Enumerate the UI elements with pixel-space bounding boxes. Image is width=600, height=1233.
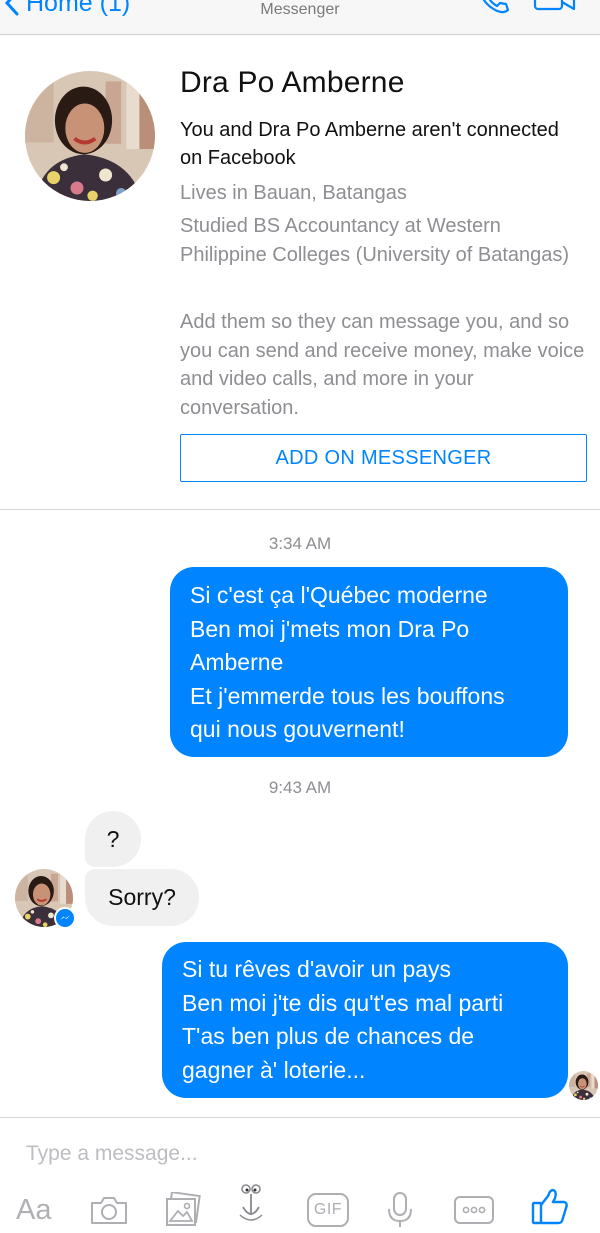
sender-avatar[interactable] [15,869,76,929]
camera-button[interactable] [89,1190,129,1230]
message-line: gagner à' loterie... [182,1056,366,1083]
profile-avatar[interactable] [25,71,155,201]
message-line: Ben moi j'mets mon Dra Po [190,615,470,642]
message-line: Et j'emmerde tous les bouffons [190,682,505,709]
camera-icon [91,1197,127,1224]
gallery-button[interactable] [164,1190,202,1230]
phone-call-button[interactable] [478,0,512,21]
message-line: qui nous gouvernent! [190,716,405,742]
lives-in-text: Lives in Bauan, Batangas [180,182,407,204]
like-button[interactable] [530,1186,570,1226]
message-line: T'as ben plus de chances de [182,1023,475,1049]
message-timestamp: 3:34 AM [268,534,332,553]
add-prompt-text: Add them so they can message you, and so… [180,311,585,419]
outgoing-message-bubble[interactable]: Si tu rêves d'avoir un pays Ben moi j'te… [162,942,568,1098]
message-line: Si c'est ça l'Québec moderne [190,582,488,608]
outgoing-message-bubble[interactable]: Si c'est ça l'Québec moderne Ben moi j'm… [170,567,568,757]
video-call-button[interactable] [533,0,577,19]
connection-note: You and Dra Po Amberne aren't connected … [180,119,559,169]
sticker-button[interactable] [234,1184,268,1224]
seen-receipt-avatar [569,1071,598,1100]
video-camera-icon [533,0,576,11]
voice-message-button[interactable] [386,1190,414,1230]
gif-icon: GIF [307,1193,349,1227]
message-line: Ben moi j'te dis qu't'es mal parti [182,989,504,1016]
like-icon [531,1188,568,1225]
message-timestamp: 9:43 AM [268,778,332,797]
phone-icon [482,0,510,14]
add-on-messenger-button[interactable]: ADD ON MESSENGER [180,434,587,482]
more-options-button[interactable] [453,1190,495,1230]
messenger-badge-icon [54,907,76,929]
profile-name: Dra Po Amberne [180,66,405,99]
sticker-icon [239,1184,263,1221]
gallery-icon [166,1192,201,1226]
message-input[interactable] [26,1142,566,1166]
microphone-icon [388,1192,412,1227]
message-text: ? [106,825,120,852]
gif-label: GIF [313,1201,343,1218]
incoming-message-bubble[interactable]: Sorry? [85,869,199,926]
composer-toolbar: Aa GIF [0,1184,600,1233]
message-composer: Aa [0,1117,600,1233]
gif-button[interactable]: GIF [307,1190,349,1230]
message-line: Si tu rêves d'avoir un pays [182,956,452,982]
top-navigation-bar: Home (1) Messenger [0,0,600,35]
contact-profile-card: Dra Po Amberne You and Dra Po Amberne ar… [0,36,600,510]
more-icon [454,1196,494,1224]
message-text: Sorry? [108,884,176,910]
education-text: Studied BS Accountancy at Western Philip… [180,215,570,266]
incoming-message-bubble[interactable]: ? [85,811,141,867]
message-line: Amberne [190,649,284,675]
text-format-button[interactable]: Aa [16,1190,51,1230]
